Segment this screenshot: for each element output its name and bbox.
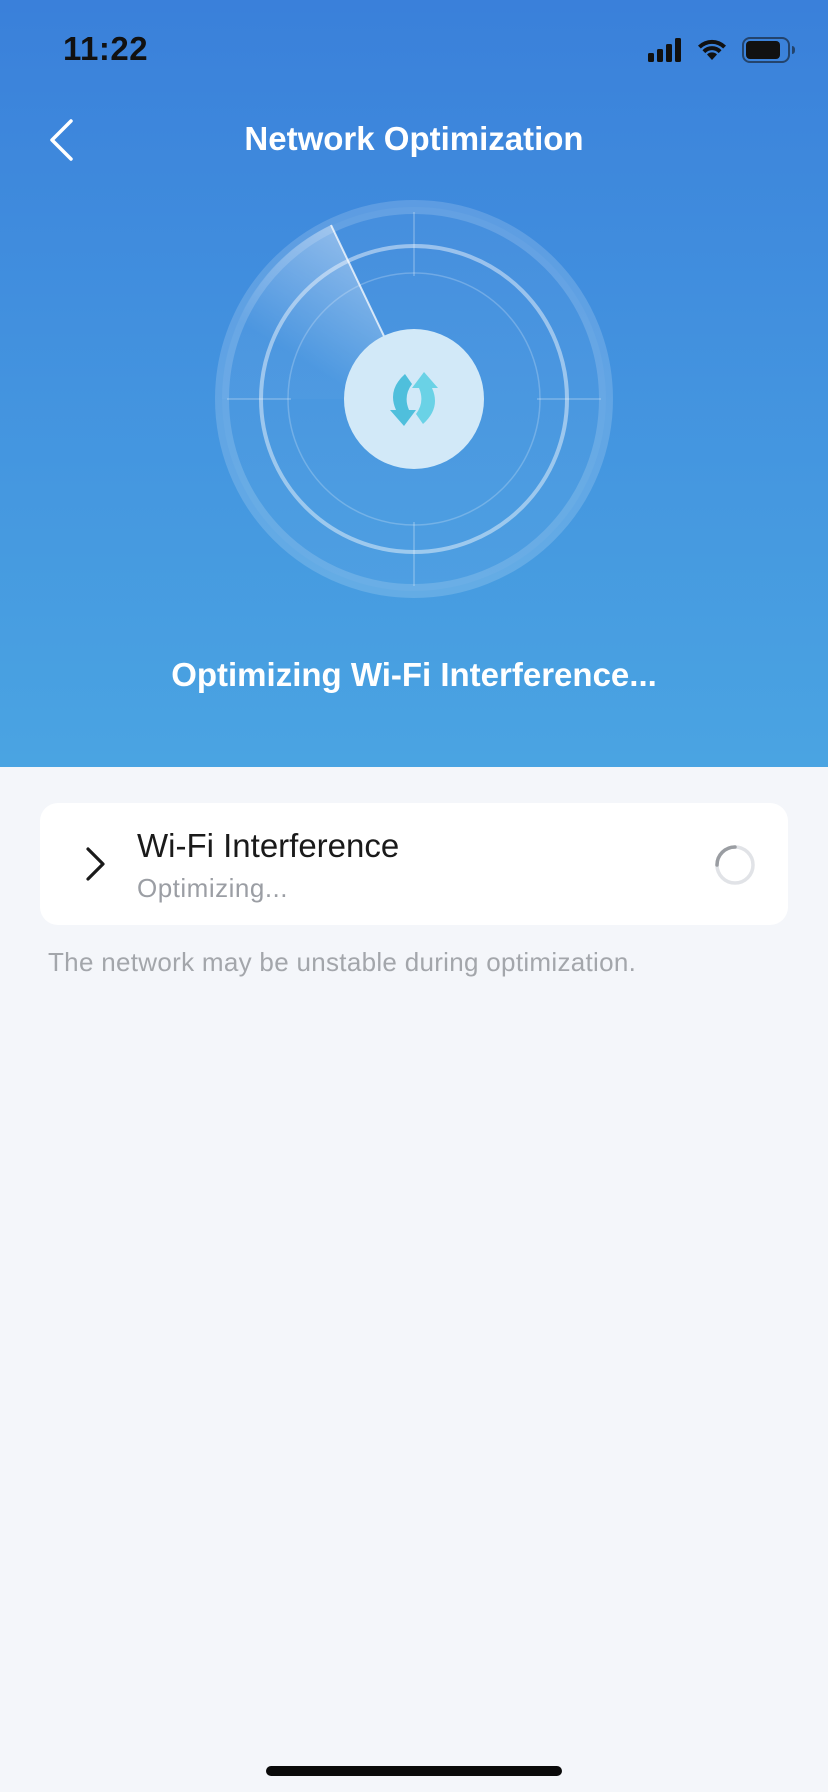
task-status: Optimizing... bbox=[137, 873, 288, 903]
battery-icon bbox=[742, 37, 795, 63]
signal-icon bbox=[648, 38, 681, 62]
header-banner: 11:22 Network Optimization Optimizing Wi… bbox=[0, 0, 828, 767]
status-bar: 11:22 bbox=[0, 0, 828, 100]
status-time: 11:22 bbox=[63, 30, 149, 67]
wifi-icon bbox=[698, 39, 726, 60]
chevron-right-icon bbox=[86, 847, 105, 881]
nav-bar: Network Optimization bbox=[0, 100, 828, 182]
task-name: Wi-Fi Interference bbox=[137, 827, 400, 864]
status-icons bbox=[648, 34, 796, 66]
stability-notice: The network may be unstable during optim… bbox=[48, 947, 637, 977]
page-title: Network Optimization bbox=[244, 120, 584, 157]
radar-scan-graphic bbox=[215, 200, 613, 598]
task-item-wifi-interference[interactable]: Wi-Fi Interference Optimizing... bbox=[40, 803, 788, 925]
spinner-icon bbox=[715, 845, 755, 885]
optimization-status-message: Optimizing Wi-Fi Interference... bbox=[171, 656, 657, 693]
home-indicator[interactable] bbox=[266, 1766, 562, 1776]
